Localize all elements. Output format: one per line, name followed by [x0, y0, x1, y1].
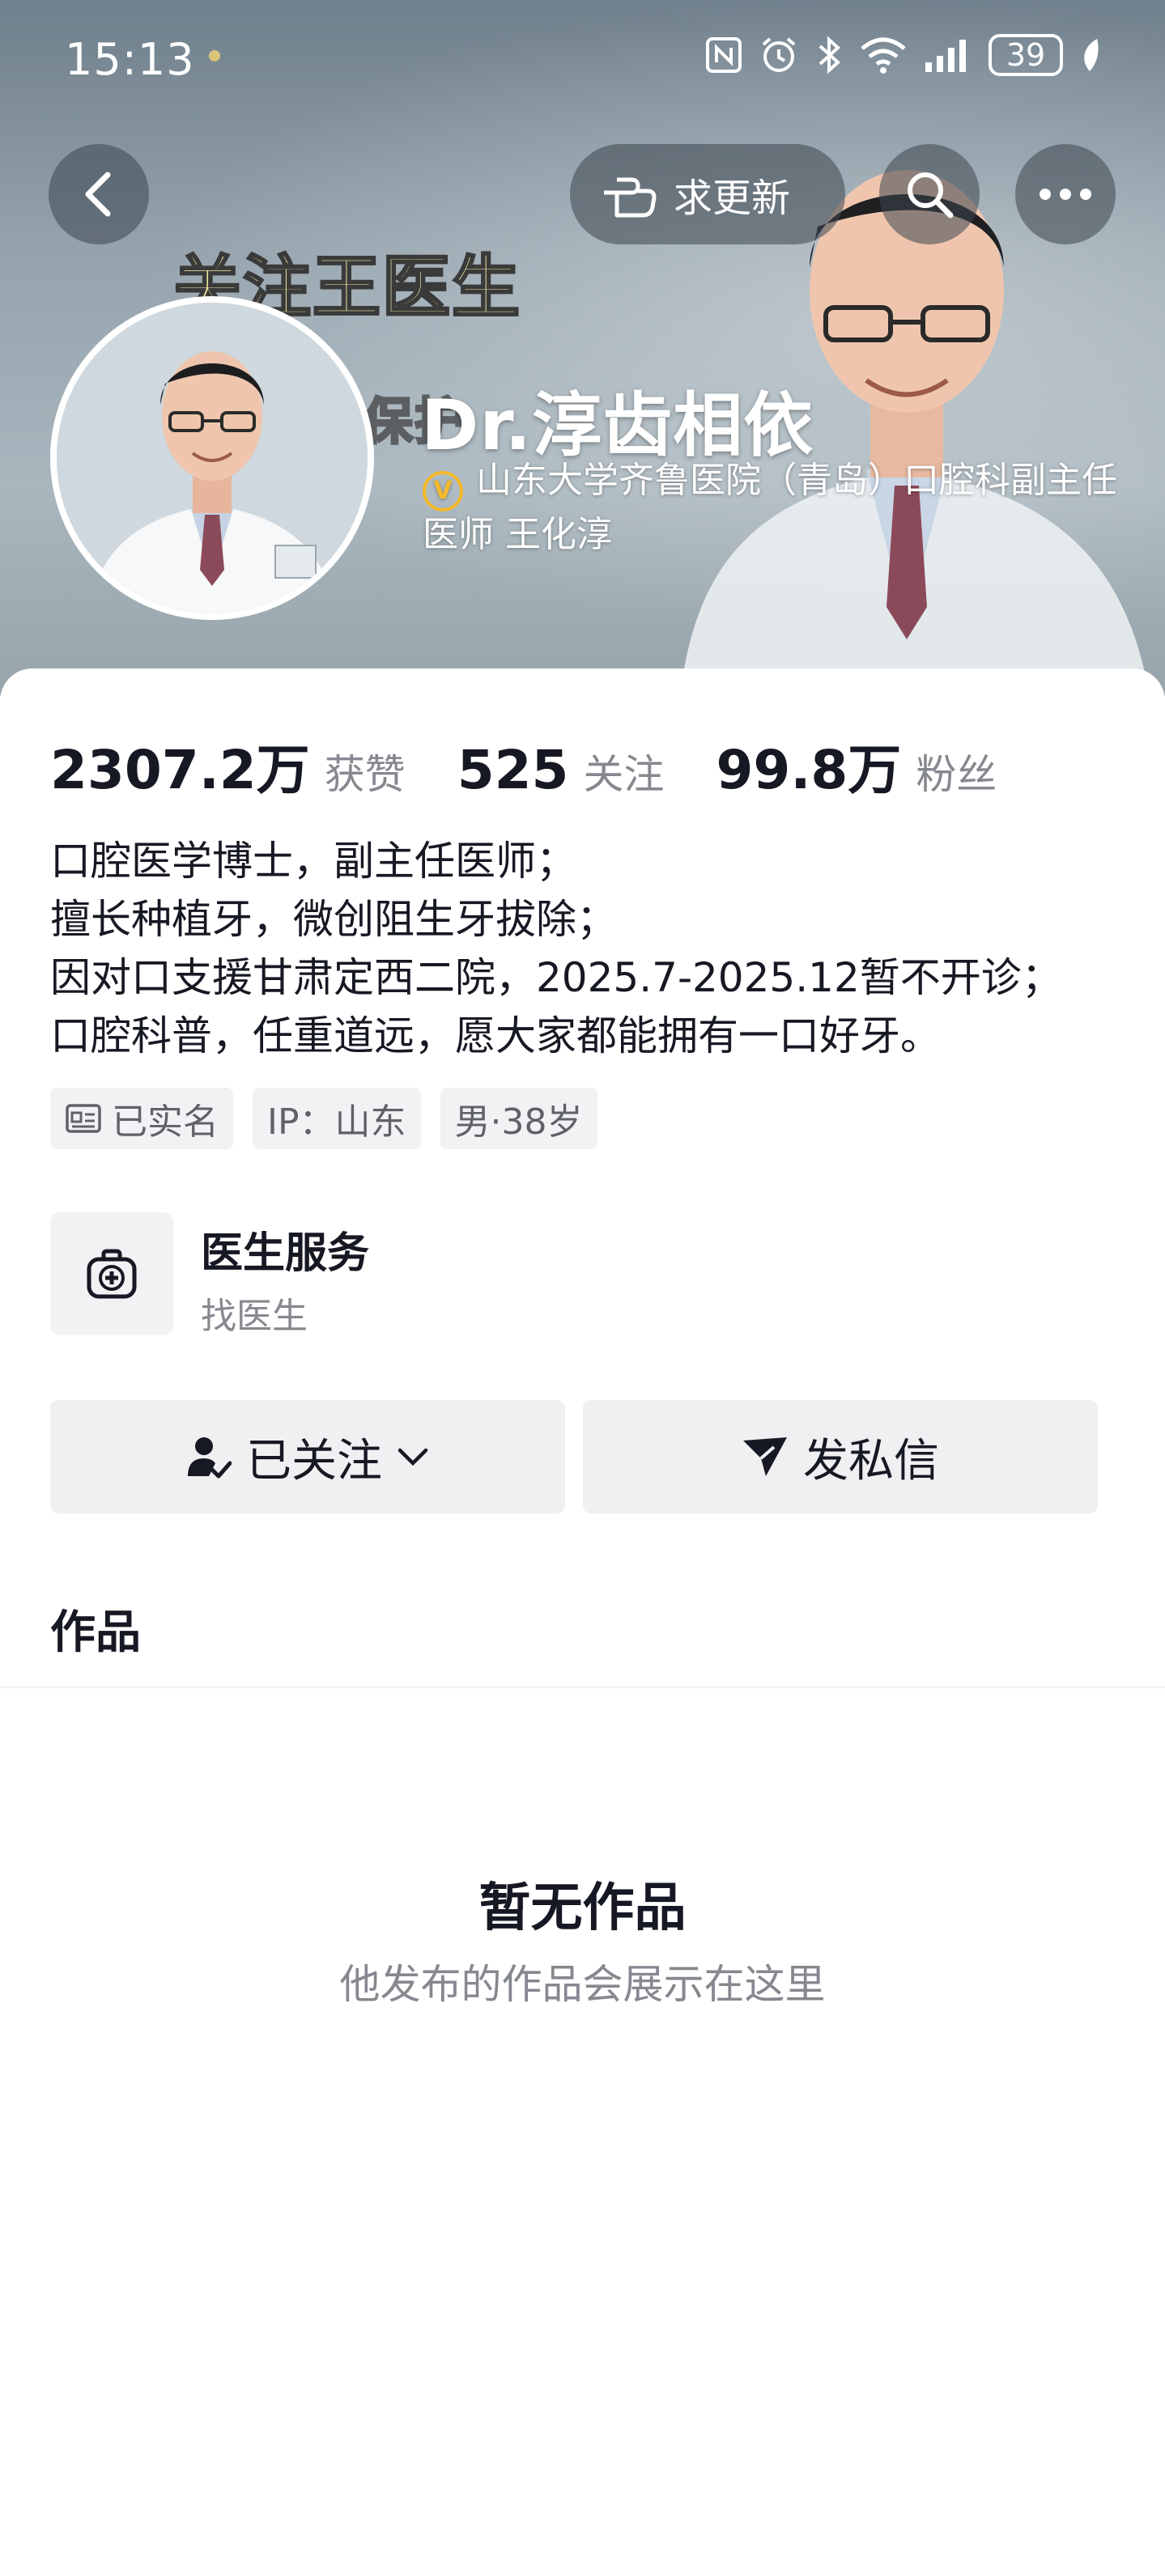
profile-tags: 已实名 IP：山东 男·38岁 — [50, 1088, 597, 1149]
ip-tag: IP：山东 — [253, 1088, 421, 1149]
status-indicator-dot — [209, 50, 220, 62]
likes-label: 获赞 — [324, 751, 406, 798]
real-name-label: 已实名 — [112, 1101, 219, 1143]
profile-card: 2307.2万 获赞 525 关注 99.8万 粉丝 口腔医学博士，副主任医师；… — [0, 668, 1165, 2576]
gender-age-tag: 男·38岁 — [440, 1088, 597, 1149]
medical-kit-icon — [87, 1249, 137, 1299]
doctor-service-button[interactable] — [50, 1212, 173, 1335]
real-name-tag: 已实名 — [50, 1088, 233, 1149]
battery-level: 39 — [1006, 37, 1046, 73]
followers-label[interactable]: 粉丝 — [916, 742, 997, 800]
request-update-button[interactable]: 求更新 — [570, 144, 845, 244]
empty-state-subtitle: 他发布的作品会展示在这里 — [339, 1961, 826, 2008]
bio-line: 口腔医学博士，副主任医师； — [50, 838, 576, 885]
search-icon — [908, 172, 954, 219]
search-button[interactable] — [879, 144, 980, 244]
nfc-icon — [706, 37, 742, 73]
send-message-label: 发私信 — [803, 1434, 939, 1487]
following-button[interactable]: 已关注 — [50, 1400, 565, 1513]
more-button[interactable] — [1015, 144, 1116, 244]
signal-icon — [925, 40, 966, 72]
profile-bio: 口腔医学博士，副主任医师； 擅长种植牙，微创阻生牙拔除； 因对口支援甘肃定西二院… — [50, 832, 1135, 1065]
bio-line: 擅长种植牙，微创阻生牙拔除； — [50, 896, 617, 943]
chevron-down-icon — [398, 1448, 428, 1466]
doctor-service-title[interactable]: 医生服务 — [201, 1219, 369, 1280]
profile-nickname: Dr.淳齿相依 — [421, 385, 814, 466]
chevron-left-icon — [85, 172, 111, 217]
wifi-icon — [861, 37, 906, 74]
profile-stats: 2307.2万 获赞 525 关注 99.8万 粉丝 — [50, 727, 1048, 804]
send-message-button[interactable]: 发私信 — [583, 1400, 1098, 1513]
gender-age-label: 男·38岁 — [454, 1101, 583, 1143]
status-time: 15:13 — [65, 34, 195, 85]
pointing-hand-icon — [604, 177, 657, 218]
avatar-person-image — [57, 303, 368, 613]
tab-works[interactable]: 作品 — [50, 1596, 141, 1661]
status-icons: 39 — [705, 34, 1100, 76]
doctor-service-subtitle[interactable]: 找医生 — [201, 1287, 308, 1339]
status-bar: 15:13 39 — [0, 0, 1165, 113]
following-button-label: 已关注 — [246, 1434, 382, 1487]
leaf-icon — [1084, 39, 1099, 71]
verification-text: 山东大学齐鲁医院（青岛）口腔科副主任医师 王化淳 — [423, 460, 1117, 555]
more-dots-icon — [1040, 189, 1091, 200]
alarm-icon — [762, 37, 796, 72]
paper-plane-icon — [743, 1437, 787, 1476]
bluetooth-icon — [818, 36, 840, 74]
bio-line: 因对口支援甘肃定西二院，2025.7-2025.12暂不开诊； — [50, 954, 1062, 1001]
back-button[interactable] — [49, 144, 149, 244]
avatar[interactable] — [50, 296, 374, 620]
ip-label: IP：山东 — [267, 1101, 406, 1143]
following-count[interactable]: 525 — [457, 739, 569, 801]
empty-state-title: 暂无作品 — [478, 1878, 687, 1938]
likes-count: 2307.2万 — [50, 739, 310, 801]
profile-banner: 关注王医生 保护 15:13 39 求更新 Dr.淳齿相依 V 山东大学齐鲁医院… — [0, 0, 1165, 696]
profile-page: 关注王医生 保护 15:13 39 求更新 Dr.淳齿相依 V 山东大学齐鲁医院… — [0, 0, 1165, 2576]
id-card-icon — [66, 1104, 101, 1133]
verification-line: V 山东大学齐鲁医院（青岛）口腔科副主任医师 王化淳 — [423, 457, 1119, 558]
request-update-label: 求更新 — [674, 176, 791, 221]
verified-badge-icon: V — [423, 471, 463, 511]
followers-count[interactable]: 99.8万 — [716, 727, 901, 804]
following-label[interactable]: 关注 — [583, 742, 664, 800]
user-check-icon — [188, 1437, 232, 1479]
bio-line: 口腔科普，任重道远，愿大家都能拥有一口好牙。 — [50, 1012, 941, 1059]
tab-divider — [0, 1687, 1165, 1688]
battery-icon: 39 — [989, 34, 1063, 76]
